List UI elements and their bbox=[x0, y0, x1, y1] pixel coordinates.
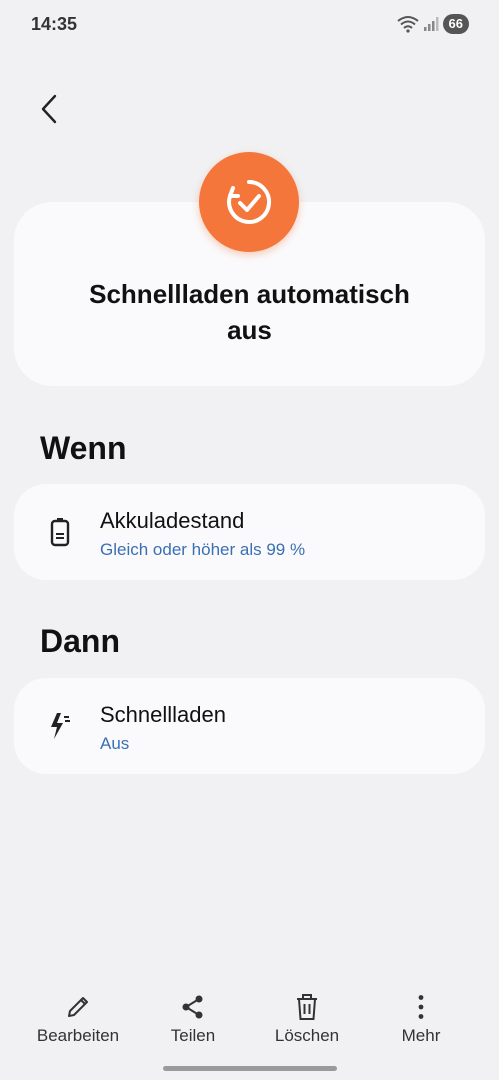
more-vertical-icon bbox=[418, 995, 424, 1019]
action-subtitle: Aus bbox=[100, 734, 130, 753]
back-button[interactable] bbox=[32, 90, 66, 128]
then-heading: Dann bbox=[40, 623, 120, 659]
wifi-icon bbox=[396, 16, 419, 33]
condition-title: Akkuladestand bbox=[100, 508, 245, 533]
delete-button[interactable]: Löschen bbox=[247, 990, 367, 1046]
if-heading: Wenn bbox=[40, 430, 127, 466]
condition-subtitle: Gleich oder höher als 99 % bbox=[100, 540, 306, 559]
fast-charge-icon bbox=[44, 708, 76, 744]
share-icon bbox=[182, 995, 203, 1019]
action-title: Schnellladen bbox=[100, 702, 226, 727]
routine-icon bbox=[199, 152, 299, 252]
status-time: 14:35 bbox=[31, 14, 78, 34]
status-bar: 14:35 66 bbox=[0, 0, 499, 50]
bottom-action-bar: Bearbeiten Teilen Löschen Mehr bbox=[0, 990, 499, 1050]
battery-level: 66 bbox=[442, 14, 469, 34]
back-arrow-icon bbox=[41, 94, 57, 124]
share-button[interactable]: Teilen bbox=[133, 990, 253, 1046]
more-button[interactable]: Mehr bbox=[361, 990, 481, 1046]
home-indicator[interactable] bbox=[163, 1066, 337, 1071]
routine-title-line1: Schnellladen automatisch bbox=[89, 279, 410, 309]
signal-icon bbox=[423, 17, 439, 31]
status-icons: 66 bbox=[396, 14, 469, 34]
edit-label: Bearbeiten bbox=[36, 1026, 120, 1045]
trash-icon bbox=[297, 994, 317, 1020]
condition-card[interactable]: Akkuladestand Gleich oder höher als 99 % bbox=[14, 484, 485, 580]
battery-icon bbox=[44, 514, 76, 550]
edit-button[interactable]: Bearbeiten bbox=[18, 990, 138, 1046]
more-label: Mehr bbox=[401, 1026, 441, 1045]
routine-title-line2: aus bbox=[227, 315, 272, 345]
share-label: Teilen bbox=[170, 1026, 216, 1045]
action-card[interactable]: Schnellladen Aus bbox=[14, 678, 485, 774]
pencil-icon bbox=[68, 997, 88, 1017]
delete-label: Löschen bbox=[274, 1026, 340, 1045]
routine-title: Schnellladen automatisch aus bbox=[14, 276, 485, 348]
routine-check-icon bbox=[227, 179, 272, 224]
